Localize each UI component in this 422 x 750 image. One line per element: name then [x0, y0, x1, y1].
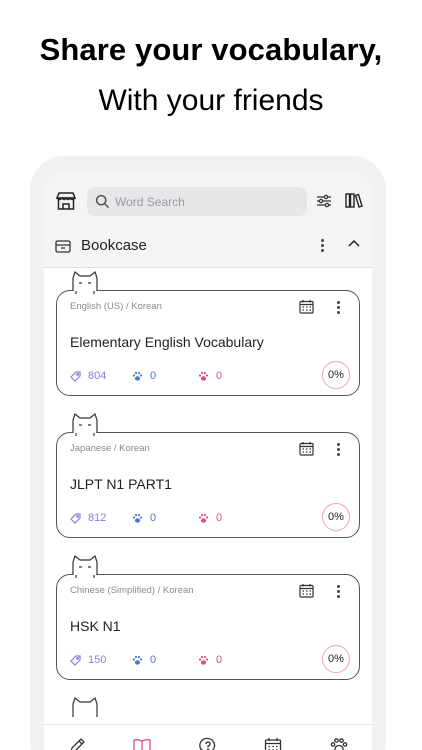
bookcase-more-icon[interactable] — [318, 238, 328, 254]
calendar-icon[interactable] — [299, 583, 314, 598]
paw-icon — [198, 513, 209, 523]
box-icon — [55, 240, 71, 253]
progress-value: 0% — [328, 511, 344, 523]
bottom-nav — [44, 724, 372, 750]
search-icon — [95, 194, 110, 209]
card-title: HSK N1 — [70, 618, 121, 634]
cat-icon — [72, 554, 98, 578]
wordbook-card[interactable]: Chinese (Simplified) / Korean HSK N1 150… — [56, 554, 360, 680]
card-language-pair: Chinese (Simplified) / Korean — [70, 585, 194, 596]
tag-icon — [70, 512, 81, 524]
wordbook-card[interactable]: Japanese / Korean JLPT N1 PART1 812 0 0 … — [56, 412, 360, 538]
blue-paw-count: 0 — [132, 654, 156, 666]
cat-icon — [72, 270, 98, 294]
pink-paw-value: 0 — [216, 370, 223, 382]
headline-title: Share your vocabulary, — [39, 32, 383, 67]
paw-icon — [198, 655, 209, 665]
top-bar — [44, 172, 372, 226]
card-more-icon[interactable] — [334, 584, 344, 600]
paw-icon — [132, 513, 143, 523]
pink-paw-value: 0 — [216, 654, 223, 666]
word-count-value: 812 — [88, 512, 107, 524]
bookcase-title: Bookcase — [81, 237, 147, 254]
paw-icon[interactable] — [330, 737, 348, 750]
store-icon[interactable] — [55, 191, 77, 211]
chevron-up-icon[interactable] — [348, 239, 360, 247]
search-input[interactable] — [115, 187, 300, 216]
word-count: 150 — [70, 654, 106, 666]
card-language-pair: Japanese / Korean — [70, 443, 150, 454]
cat-icon — [72, 696, 98, 717]
question-icon[interactable] — [199, 737, 217, 750]
blue-paw-value: 0 — [150, 370, 157, 382]
progress-ring: 0% — [322, 361, 350, 389]
progress-ring: 0% — [322, 503, 350, 531]
pink-paw-count: 0 — [198, 512, 222, 524]
pink-paw-value: 0 — [216, 512, 223, 524]
pink-paw-count: 0 — [198, 654, 222, 666]
word-count: 804 — [70, 370, 106, 382]
tag-icon — [70, 654, 81, 666]
cat-icon — [72, 412, 98, 436]
tag-icon — [70, 370, 81, 382]
card-title: Elementary English Vocabulary — [70, 334, 264, 350]
blue-paw-count: 0 — [132, 512, 156, 524]
progress-ring: 0% — [322, 645, 350, 673]
paw-icon — [132, 655, 143, 665]
blue-paw-value: 0 — [150, 512, 157, 524]
card-title: JLPT N1 PART1 — [70, 476, 172, 492]
filter-icon[interactable] — [316, 194, 332, 208]
wordbook-card-body[interactable]: Japanese / Korean JLPT N1 PART1 812 0 0 … — [56, 432, 360, 538]
pink-paw-count: 0 — [198, 370, 222, 382]
paw-icon — [198, 371, 209, 381]
progress-value: 0% — [328, 653, 344, 665]
headline-subtitle: With your friends — [98, 84, 324, 117]
card-language-pair: English (US) / Korean — [70, 301, 162, 312]
phone-frame: Bookcase English (US) / Korean Elementar… — [30, 156, 386, 750]
wordbook-card[interactable]: English (US) / Korean Elementary English… — [56, 270, 360, 396]
app-screen: Bookcase English (US) / Korean Elementar… — [44, 172, 372, 750]
search-bar[interactable] — [87, 187, 307, 216]
word-count: 812 — [70, 512, 106, 524]
progress-value: 0% — [328, 369, 344, 381]
wordbook-card-body[interactable]: English (US) / Korean Elementary English… — [56, 290, 360, 396]
word-count-value: 150 — [88, 654, 107, 666]
pencil-icon[interactable] — [68, 737, 86, 750]
paw-icon — [132, 371, 143, 381]
calendar-icon[interactable] — [299, 441, 314, 456]
wordbook-card-body[interactable]: Chinese (Simplified) / Korean HSK N1 150… — [56, 574, 360, 680]
card-more-icon[interactable] — [334, 442, 344, 458]
word-count-value: 804 — [88, 370, 107, 382]
calendar-icon[interactable] — [299, 299, 314, 314]
book-icon[interactable] — [133, 737, 151, 750]
library-icon[interactable] — [345, 191, 363, 209]
blue-paw-count: 0 — [132, 370, 156, 382]
card-more-icon[interactable] — [334, 300, 344, 316]
calendar-icon[interactable] — [264, 737, 282, 750]
blue-paw-value: 0 — [150, 654, 157, 666]
